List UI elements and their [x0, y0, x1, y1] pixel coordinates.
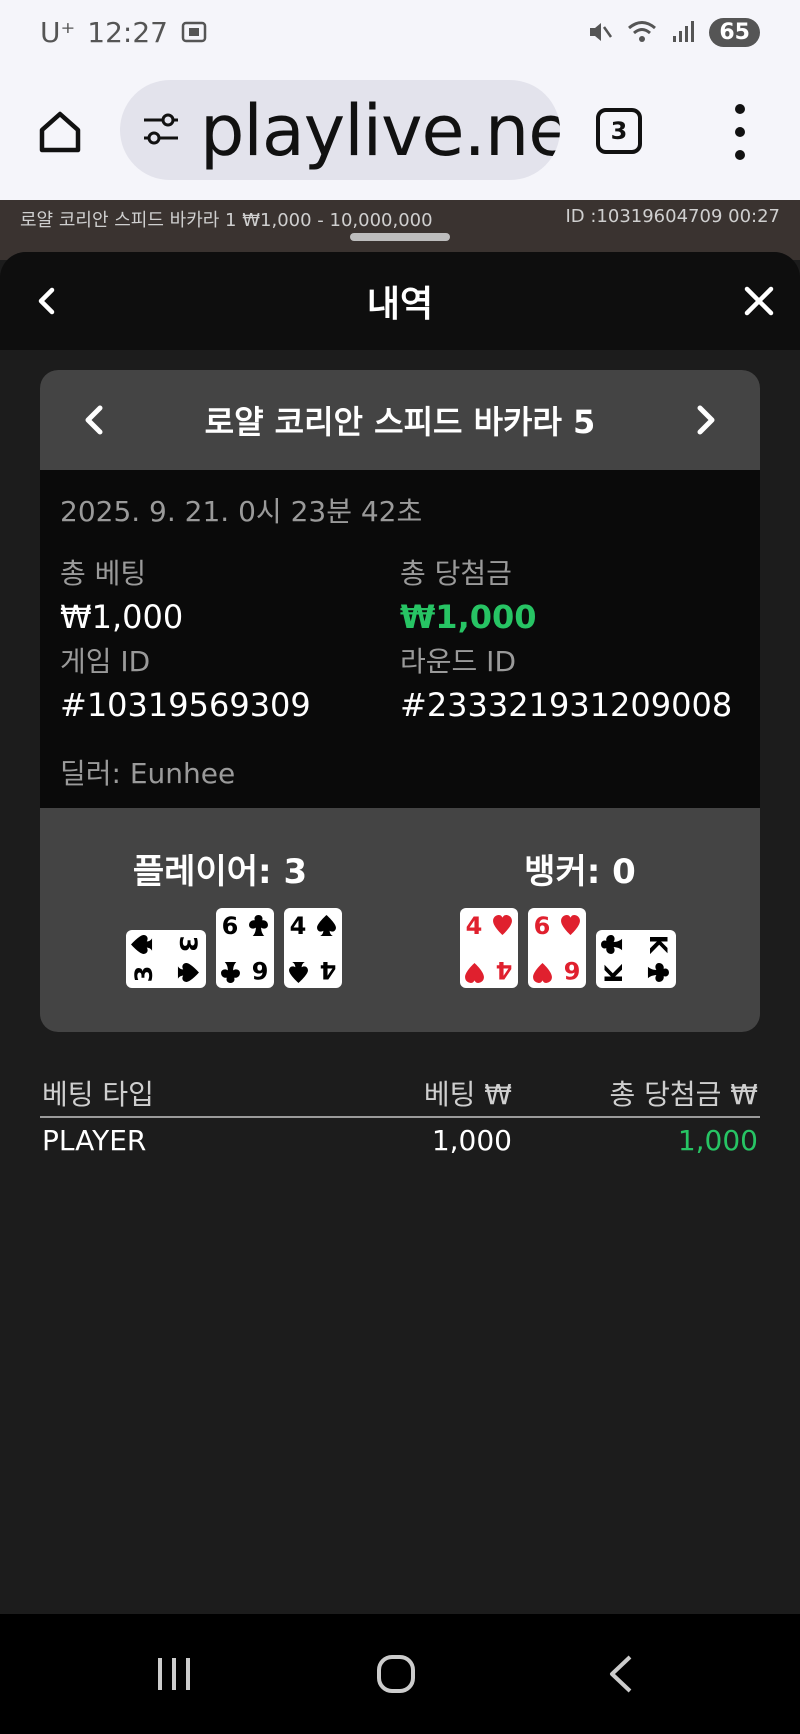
round-datetime: 2025. 9. 21. 0시 23분 42초	[60, 495, 423, 528]
playing-card-K-club: KK	[596, 930, 676, 988]
round-id-label: 라운드 ID	[400, 645, 516, 678]
browser-toolbar: playlive.net 3	[0, 64, 800, 200]
svg-text:6: 6	[534, 912, 551, 940]
system-home-icon[interactable]	[376, 1654, 416, 1694]
svg-text:4: 4	[466, 912, 483, 940]
svg-text:4: 4	[320, 956, 337, 984]
battery-level: 65	[709, 17, 760, 47]
dealer-name: 딜러: Eunhee	[60, 757, 236, 790]
mute-icon	[590, 23, 613, 41]
round-info: 2025. 9. 21. 0시 23분 42초 총 베팅 ₩1,000 총 당첨…	[40, 470, 760, 808]
history-sheet: 내역 로얄 코리안 스피드 바카라 5 2025. 9. 21. 0시 23분 …	[0, 252, 800, 1614]
svg-text:3: 3	[174, 936, 202, 953]
round-id-timer: ID :10319604709 00:27	[565, 206, 780, 227]
bet-type-header: 베팅 타입	[42, 1078, 154, 1111]
total-win-label: 총 당첨금	[400, 557, 512, 590]
site-settings-icon[interactable]	[140, 108, 182, 150]
status-bar: U⁺ 12:27 65	[0, 0, 800, 64]
playing-card-3-spade: 33	[126, 930, 206, 988]
video-info-strip: 로얄 코리안 스피드 바카라 1 ₩1,000 - 10,000,000 ID …	[0, 200, 800, 260]
game-name: 로얄 코리안 스피드 바카라 5	[204, 403, 596, 441]
back-icon[interactable]	[28, 282, 66, 320]
svg-text:4: 4	[496, 956, 513, 984]
next-round-icon[interactable]	[686, 400, 726, 440]
win-amount-header: 총 당첨금 ₩	[609, 1078, 758, 1111]
playing-card-4-spade: 44	[284, 908, 342, 988]
game-id-label: 게임 ID	[60, 645, 151, 678]
clock: 12:27	[87, 15, 168, 49]
previous-round-icon[interactable]	[74, 400, 114, 440]
sheet-header: 내역	[0, 252, 800, 350]
tab-switcher-button[interactable]: 3	[596, 108, 642, 154]
home-icon	[39, 111, 81, 153]
playing-card-6-heart: 66	[528, 908, 586, 988]
bet-amount-header: 베팅 ₩	[423, 1078, 512, 1111]
browser-home-button[interactable]	[32, 104, 88, 160]
round-id-value: #233321931209008	[400, 686, 733, 724]
address-bar[interactable]: playlive.net	[120, 80, 560, 180]
card-header: 로얄 코리안 스피드 바카라 5	[40, 370, 760, 470]
total-bet-label: 총 베팅	[60, 557, 147, 590]
win-amount-cell: 1,000	[677, 1124, 758, 1157]
round-detail-card: 로얄 코리안 스피드 바카라 5 2025. 9. 21. 0시 23분 42초…	[40, 370, 760, 1032]
bets-table-header: 베팅 타입 베팅 ₩ 총 당첨금 ₩	[40, 1070, 760, 1118]
svg-text:4: 4	[290, 912, 307, 940]
playing-card-4-heart: 44	[460, 908, 518, 988]
table-row: PLAYER 1,000 1,000	[40, 1118, 760, 1164]
svg-text:3: 3	[130, 966, 158, 983]
wifi-icon	[628, 21, 657, 42]
hands-panel: 플레이어: 3 뱅커: 0 336644 4466KK	[40, 808, 760, 1032]
recent-apps-icon[interactable]	[154, 1654, 194, 1694]
carrier-label: U⁺	[40, 15, 76, 49]
playing-card-6-club: 66	[216, 908, 274, 988]
table-limits-label: 로얄 코리안 스피드 바카라 1 ₩1,000 - 10,000,000	[20, 210, 433, 231]
url-text: playlive.net	[200, 90, 560, 172]
screen-capture-icon	[181, 21, 207, 43]
bets-table: 베팅 타입 베팅 ₩ 총 당첨금 ₩ PLAYER 1,000 1,000	[40, 1070, 760, 1164]
signal-icon	[673, 21, 695, 42]
svg-text:K: K	[600, 963, 628, 983]
total-win-value: ₩1,000	[400, 598, 537, 636]
total-bet-value: ₩1,000	[60, 598, 184, 636]
bet-type-cell: PLAYER	[42, 1124, 147, 1157]
more-menu-icon[interactable]	[730, 104, 750, 160]
banker-hand-title: 뱅커: 0	[524, 852, 636, 892]
bet-amount-cell: 1,000	[431, 1124, 512, 1157]
game-id-value: #10319569309	[60, 686, 311, 724]
svg-text:6: 6	[564, 956, 581, 984]
sheet-title: 내역	[366, 284, 434, 325]
player-hand-title: 플레이어: 3	[132, 852, 308, 892]
svg-text:K: K	[644, 935, 672, 955]
close-icon[interactable]	[740, 282, 778, 320]
system-navigation-bar	[0, 1614, 800, 1734]
sheet-drag-handle[interactable]	[350, 233, 450, 241]
svg-text:6: 6	[222, 912, 239, 940]
system-back-icon[interactable]	[606, 1654, 636, 1694]
svg-text:6: 6	[252, 956, 269, 984]
